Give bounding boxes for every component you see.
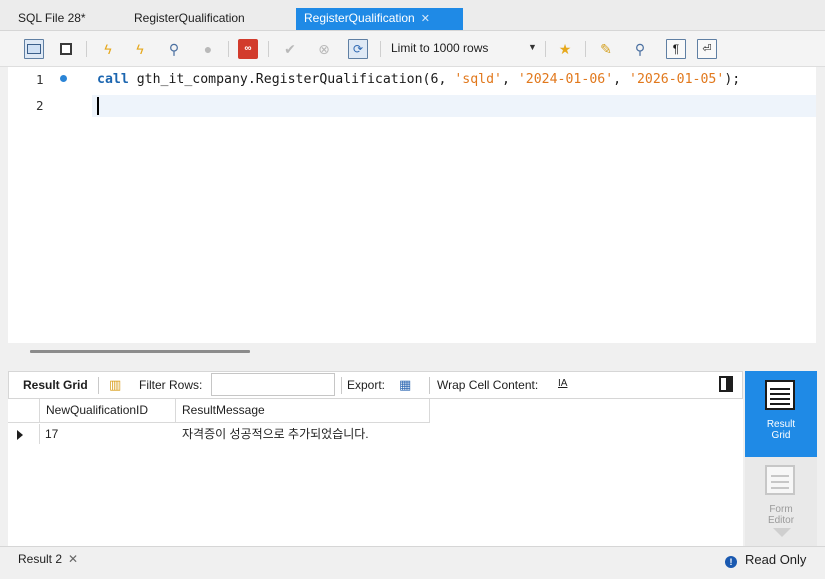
- line-number: 1: [36, 72, 44, 87]
- invisible-chars-icon[interactable]: ¶: [666, 39, 686, 59]
- form-editor-button[interactable]: Form Editor: [745, 459, 817, 545]
- code-arg-string: '2024-01-06': [517, 72, 614, 87]
- info-icon: !: [725, 556, 737, 568]
- read-only-status: ! Read Only: [725, 552, 806, 568]
- horizontal-scrollbar[interactable]: [30, 350, 250, 353]
- filter-rows-input[interactable]: [211, 373, 335, 396]
- grid-view-icon[interactable]: ▥: [109, 377, 121, 393]
- chevron-down-icon[interactable]: [773, 528, 791, 537]
- commit-icon[interactable]: ✔: [280, 39, 300, 59]
- status-text: Read Only: [745, 552, 807, 567]
- result-grid[interactable]: NewQualificationID ResultMessage 17 자격증이…: [8, 399, 743, 546]
- result-grid-label[interactable]: Result Grid: [23, 378, 88, 392]
- current-row-icon: [17, 430, 23, 440]
- statement-marker-icon: [60, 75, 67, 82]
- line-number-gutter: 1 2: [8, 67, 92, 343]
- execute-current-icon[interactable]: ϟ: [130, 39, 150, 59]
- code-routine: gth_it_company.RegisterQualification(: [136, 72, 431, 87]
- wrap-cell-label: Wrap Cell Content:: [437, 378, 539, 392]
- table-cell[interactable]: 자격증이 성공적으로 추가되었습니다.: [182, 424, 369, 446]
- tab-label: RegisterQualification: [134, 11, 245, 25]
- save-icon[interactable]: [56, 39, 76, 59]
- tab-registerqualification-active[interactable]: RegisterQualification ✕: [296, 8, 463, 30]
- rollback-icon[interactable]: ⊗: [314, 39, 334, 59]
- editor-tab-bar: SQL File 28* RegisterQualification Regis…: [0, 0, 825, 31]
- word-wrap-icon[interactable]: ⏎: [697, 39, 717, 59]
- side-label: Grid: [771, 430, 791, 441]
- explain-icon[interactable]: ⚲: [164, 39, 184, 59]
- toggle-error-icon[interactable]: ∞: [238, 39, 258, 59]
- line-number: 2: [36, 98, 44, 113]
- toggle-panel-icon[interactable]: [719, 376, 733, 392]
- wrap-cell-icon[interactable]: IA: [558, 378, 567, 389]
- column-header[interactable]: NewQualificationID: [40, 399, 176, 423]
- code-separator: ,: [501, 72, 518, 87]
- code-keyword: call: [97, 72, 129, 87]
- side-label: Result: [766, 419, 796, 430]
- limit-rows-select[interactable]: Limit to 1000 rows: [391, 41, 488, 55]
- result-grid-icon: [765, 380, 795, 410]
- export-icon[interactable]: ▦: [399, 377, 411, 393]
- beautify-icon[interactable]: ✎: [596, 39, 616, 59]
- code-arg-string: '2026-01-05': [629, 72, 725, 87]
- result-toolbar: Result Grid ▥ Filter Rows: Export: ▦ Wra…: [8, 371, 743, 399]
- code-terminator: );: [724, 72, 741, 87]
- code-separator: ,: [438, 72, 455, 87]
- code-separator: ,: [613, 72, 630, 87]
- export-label: Export:: [347, 378, 386, 392]
- sql-editor[interactable]: 1 2 call gth_it_company.RegisterQualific…: [8, 67, 816, 343]
- execute-icon[interactable]: ϟ: [98, 39, 118, 59]
- result-grid-button[interactable]: Result Grid: [745, 371, 817, 457]
- add-snippet-icon[interactable]: ★: [555, 39, 575, 59]
- close-icon[interactable]: ✕: [421, 13, 430, 25]
- tab-label: Result 2: [18, 552, 63, 566]
- code-arg-string: 'sqld': [454, 72, 502, 87]
- sql-editor-toolbar: ϟ ϟ ⚲ ● ∞ ✔ ⊗ ⟳ Limit to 1000 rows ▼ ★ ✎…: [0, 31, 825, 67]
- row-header-corner: [8, 399, 40, 423]
- filter-rows-label: Filter Rows:: [139, 378, 203, 392]
- side-label: Form: [769, 504, 793, 515]
- tab-registerqualification-1[interactable]: RegisterQualification: [126, 8, 253, 30]
- tab-label: SQL File 28*: [18, 11, 86, 25]
- table-cell[interactable]: 17: [45, 424, 58, 446]
- find-icon[interactable]: ⚲: [630, 39, 650, 59]
- form-editor-icon: [765, 465, 795, 495]
- side-label: Editor: [767, 515, 795, 526]
- chevron-down-icon[interactable]: ▼: [528, 42, 537, 52]
- tab-sql-file-28[interactable]: SQL File 28*: [10, 8, 94, 30]
- result-side-panel: Result Grid Form Editor: [745, 371, 817, 546]
- result-tabs-bar: Result 2 ✕ ! Read Only: [0, 546, 825, 579]
- open-folder-icon[interactable]: [24, 39, 44, 59]
- current-line-highlight: [92, 95, 816, 117]
- close-icon[interactable]: ✕: [68, 552, 78, 566]
- column-header[interactable]: ResultMessage: [176, 399, 430, 423]
- tab-result-2[interactable]: Result 2 ✕: [18, 552, 78, 566]
- text-cursor: [97, 97, 99, 115]
- code-line-1[interactable]: call gth_it_company.RegisterQualificatio…: [97, 72, 740, 87]
- autocommit-icon[interactable]: ⟳: [348, 39, 368, 59]
- tab-label: RegisterQualification: [304, 11, 415, 25]
- stop-icon[interactable]: ●: [198, 39, 218, 59]
